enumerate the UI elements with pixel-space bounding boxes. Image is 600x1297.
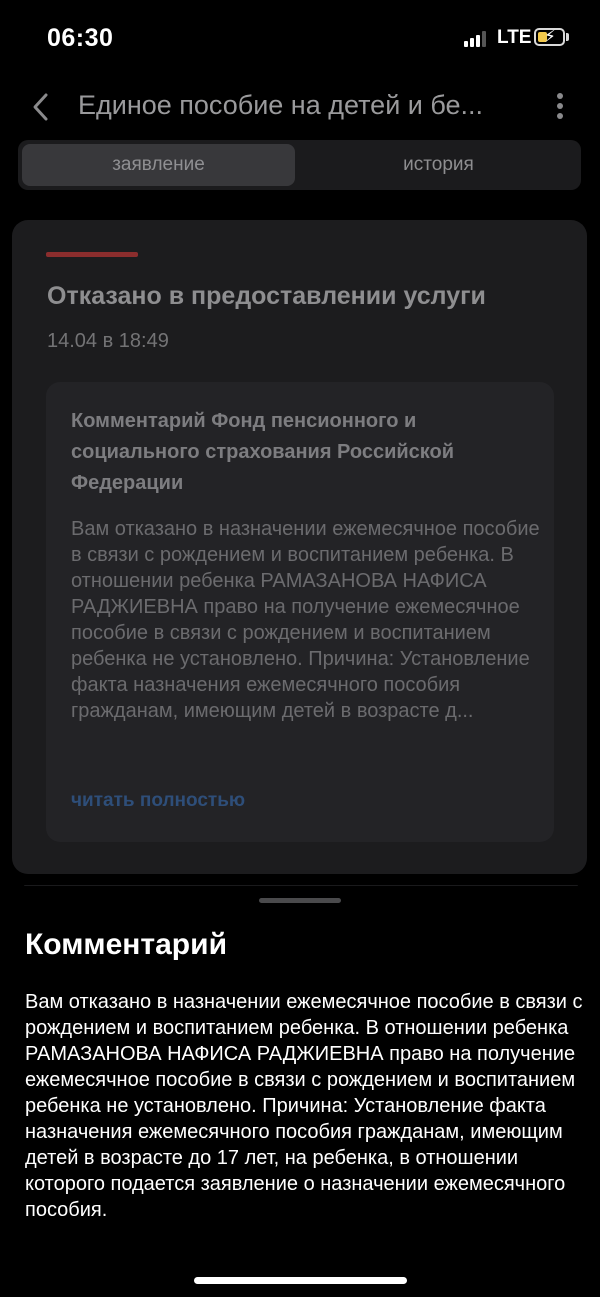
dimmed-background[interactable]: Единое пособие на детей и бе... заявлени… — [0, 76, 600, 887]
page-title: Единое пособие на детей и бе... — [78, 90, 484, 120]
status-time: 06:30 — [47, 24, 114, 52]
home-indicator[interactable] — [194, 1277, 407, 1284]
segmented-tabs: заявление история — [18, 140, 581, 190]
battery-icon: ⚡ — [534, 27, 565, 46]
comment-heading: Комментарий Фонд пенсионного и социально… — [71, 410, 455, 494]
sheet-text: Вам отказано в назначении ежемесячное по… — [25, 991, 583, 1221]
status-bar: 06:30 LTE ⚡ — [0, 0, 600, 76]
status-card: Отказано в предоставлении услуги 14.04 в… — [12, 220, 587, 874]
signal-icon — [464, 31, 488, 47]
sheet-title: Комментарий — [25, 928, 228, 961]
status-date: 14.04 в 18:49 — [47, 330, 169, 352]
more-vertical-icon[interactable] — [550, 90, 570, 124]
network-type: LTE — [497, 27, 532, 48]
chevron-left-icon[interactable] — [28, 90, 58, 124]
tab-history[interactable]: история — [300, 144, 577, 186]
nav-bar: Единое пособие на детей и бе... — [0, 76, 600, 136]
status-title: Отказано в предоставлении услуги — [47, 282, 486, 310]
battery-cap — [566, 33, 569, 41]
read-more-link[interactable]: читать полностью — [71, 790, 245, 812]
status-accent-bar — [46, 252, 138, 257]
sheet-grabber[interactable] — [259, 898, 341, 903]
comment-text: Вам отказано в назначении ежемесячное по… — [71, 518, 540, 722]
tab-application[interactable]: заявление — [22, 144, 295, 186]
comment-card: Комментарий Фонд пенсионного и социально… — [46, 382, 554, 842]
bottom-sheet: Комментарий Вам отказано в назначении еж… — [0, 886, 600, 1297]
